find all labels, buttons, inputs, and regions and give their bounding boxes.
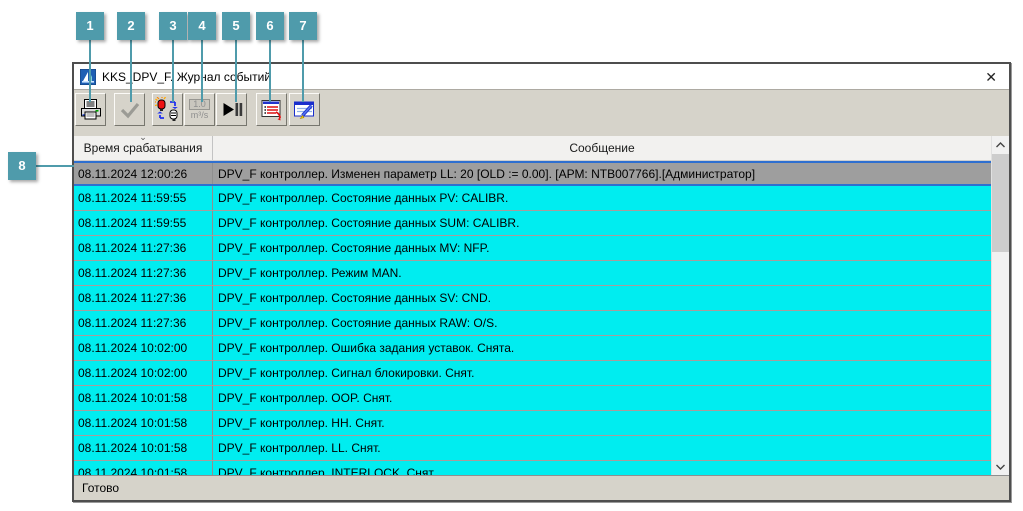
callout-line-2 (130, 40, 132, 102)
event-time-cell: 08.11.2024 10:01:58 (74, 411, 213, 435)
callout-badge-4: 4 (188, 12, 216, 40)
callout-line-4 (201, 40, 203, 102)
status-text: Готово (82, 481, 119, 495)
chevron-down-icon (996, 464, 1005, 470)
column-header-message[interactable]: Сообщение (213, 136, 991, 160)
scrollbar-down-button[interactable] (992, 458, 1009, 475)
event-time-cell: 08.11.2024 10:02:00 (74, 336, 213, 360)
flow-value: 1.0 (189, 99, 210, 110)
event-time-cell: 08.11.2024 10:01:58 (74, 436, 213, 460)
callout-line-3 (172, 40, 174, 102)
event-time-cell: 08.11.2024 10:02:00 (74, 361, 213, 385)
play-pause-button[interactable] (216, 93, 247, 126)
notepad-pencil-icon (292, 97, 318, 123)
table-row[interactable]: 08.11.2024 11:59:55 DPV_F контроллер. Со… (74, 186, 991, 211)
flow-unit: m³/s (191, 111, 209, 120)
callout-badge-7: 7 (289, 12, 317, 40)
event-message-cell: DPV_F контроллер. OOP. Снят. (213, 386, 991, 410)
alarm-lamps-icon (155, 97, 181, 123)
table-row[interactable]: 08.11.2024 10:01:58 DPV_F контроллер. LL… (74, 436, 991, 461)
callout-badge-3: 3 (159, 12, 187, 40)
event-time-cell: 08.11.2024 11:27:36 (74, 261, 213, 285)
table-row[interactable]: 08.11.2024 11:27:36 DPV_F контроллер. Со… (74, 311, 991, 336)
event-time-cell: 08.11.2024 10:01:58 (74, 461, 213, 475)
table-row[interactable]: 08.11.2024 10:02:00 DPV_F контроллер. Си… (74, 361, 991, 386)
vertical-scrollbar[interactable] (991, 136, 1009, 475)
screen: 1 2 3 4 5 6 7 8 KKS_DPV_F. Журнал событи… (0, 0, 1023, 511)
event-message-cell: DPV_F контроллер. INTERLOCK. Снят. (213, 461, 991, 475)
column-header-time-label: Время срабатывания (84, 141, 203, 155)
callout-badge-1: 1 (76, 12, 104, 40)
callout-line-8 (36, 165, 74, 167)
event-time-cell: 08.11.2024 12:00:26 (74, 163, 213, 184)
table-row[interactable]: 08.11.2024 10:01:58 DPV_F контроллер. OO… (74, 386, 991, 411)
callout-badge-2: 2 (117, 12, 145, 40)
table-body: 08.11.2024 12:00:26 DPV_F контроллер. Из… (74, 161, 991, 475)
title-bar: KKS_DPV_F. Журнал событий ✕ (74, 64, 1009, 89)
event-filter-button[interactable] (256, 93, 287, 126)
edit-notes-button[interactable] (289, 93, 320, 126)
event-message-cell: DPV_F контроллер. Состояние данных PV: C… (213, 186, 991, 210)
flow-setpoint-button[interactable]: 1.0 m³/s (184, 93, 215, 126)
table-row[interactable]: 08.11.2024 10:01:58 DPV_F контроллер. HH… (74, 411, 991, 436)
close-button[interactable]: ✕ (981, 66, 1001, 88)
event-message-cell: DPV_F контроллер. HH. Снят. (213, 411, 991, 435)
event-time-cell: 08.11.2024 11:27:36 (74, 286, 213, 310)
callout-badge-5: 5 (222, 12, 250, 40)
scrollbar-up-button[interactable] (992, 136, 1009, 153)
table-row[interactable]: 08.11.2024 11:27:36 DPV_F контроллер. Ре… (74, 261, 991, 286)
sort-ascending-icon: ⌄ (139, 136, 147, 142)
window-title: KKS_DPV_F. Журнал событий (102, 70, 981, 84)
callout-line-7 (302, 40, 304, 102)
callout-badge-6: 6 (256, 12, 284, 40)
event-message-cell: DPV_F контроллер. Состояние данных RAW: … (213, 311, 991, 335)
event-message-cell: DPV_F контроллер. LL. Снят. (213, 436, 991, 460)
event-table: ⌄ Время срабатывания Сообщение 08.11.202… (74, 136, 1009, 475)
event-message-cell: DPV_F контроллер. Состояние данных MV: N… (213, 236, 991, 260)
flow-setpoint-icon: 1.0 m³/s (189, 99, 210, 120)
event-grid: ⌄ Время срабатывания Сообщение 08.11.202… (74, 136, 991, 475)
event-message-cell: DPV_F контроллер. Состояние данных SV: C… (213, 286, 991, 310)
table-row[interactable]: 08.11.2024 10:01:58 DPV_F контроллер. IN… (74, 461, 991, 475)
status-bar: Готово (74, 475, 1009, 500)
event-message-cell: DPV_F контроллер. Сигнал блокировки. Сня… (213, 361, 991, 385)
event-message-cell: DPV_F контроллер. Состояние данных SUM: … (213, 211, 991, 235)
toolbar: 1.0 m³/s (74, 89, 1009, 136)
event-message-cell: DPV_F контроллер. Режим MAN. (213, 261, 991, 285)
event-time-cell: 08.11.2024 10:01:58 (74, 386, 213, 410)
table-row[interactable]: 08.11.2024 11:59:55 DPV_F контроллер. Со… (74, 211, 991, 236)
column-header-time[interactable]: ⌄ Время срабатывания (74, 136, 213, 160)
chevron-up-icon (996, 142, 1005, 148)
event-time-cell: 08.11.2024 11:59:55 (74, 186, 213, 210)
event-list-icon (259, 97, 285, 123)
callout-line-1 (89, 40, 91, 102)
play-pause-icon (220, 98, 244, 122)
event-time-cell: 08.11.2024 11:27:36 (74, 311, 213, 335)
event-message-cell: DPV_F контроллер. Ошибка задания уставок… (213, 336, 991, 360)
table-row[interactable]: 08.11.2024 11:27:36 DPV_F контроллер. Со… (74, 236, 991, 261)
table-row[interactable]: 08.11.2024 12:00:26 DPV_F контроллер. Из… (74, 161, 991, 186)
table-row[interactable]: 08.11.2024 11:27:36 DPV_F контроллер. Со… (74, 286, 991, 311)
alarm-toggle-button[interactable] (152, 93, 183, 126)
callout-line-5 (235, 40, 237, 102)
table-row[interactable]: 08.11.2024 10:02:00 DPV_F контроллер. Ош… (74, 336, 991, 361)
callout-line-6 (269, 40, 271, 102)
event-message-cell: DPV_F контроллер. Изменен параметр LL: 2… (213, 163, 991, 184)
column-header-message-label: Сообщение (569, 141, 634, 155)
scrollbar-thumb[interactable] (992, 154, 1009, 252)
callout-badge-8: 8 (8, 152, 36, 180)
event-time-cell: 08.11.2024 11:59:55 (74, 211, 213, 235)
event-log-window: KKS_DPV_F. Журнал событий ✕ (72, 62, 1011, 502)
table-header: ⌄ Время срабатывания Сообщение (74, 136, 991, 161)
event-time-cell: 08.11.2024 11:27:36 (74, 236, 213, 260)
app-icon (80, 69, 96, 85)
